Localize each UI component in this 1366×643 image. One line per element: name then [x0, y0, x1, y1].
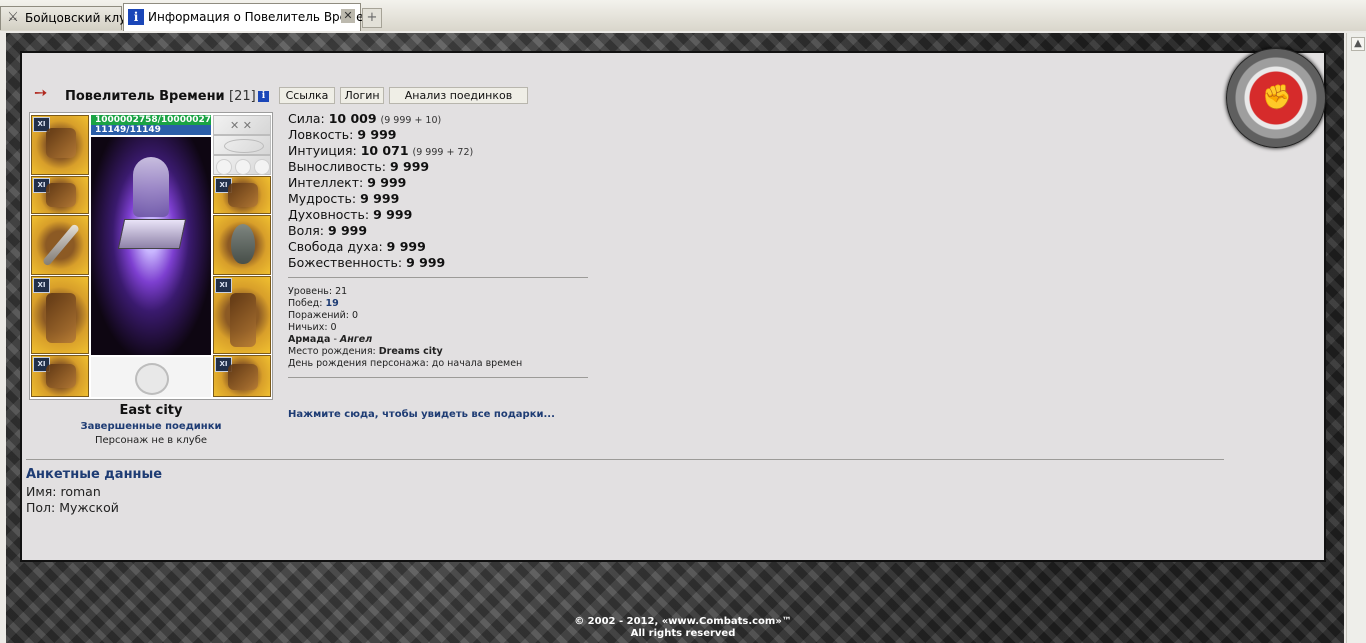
boots-slot[interactable]: XI: [213, 355, 271, 397]
rings-slot[interactable]: [213, 155, 271, 175]
ring-icon: [216, 159, 232, 175]
character-level: [21]: [229, 89, 256, 104]
fist-icon: ✊: [1262, 83, 1292, 111]
city-name: East city: [119, 403, 183, 418]
character-name: Повелитель Времени: [65, 89, 225, 104]
amulet-icon: [224, 139, 264, 153]
stat-row: Интуиция: 10 071 (9 999 + 72): [288, 143, 474, 158]
profile-name: Имя: roman: [26, 484, 101, 499]
rights: All rights reserved: [630, 628, 736, 639]
club-emblem: [91, 357, 211, 397]
wins-info: Побед: 19: [288, 298, 339, 309]
tab-fight-club[interactable]: ⚔ Бойцовский клуб: [0, 6, 134, 30]
combats-logo-icon: ✊: [1226, 48, 1326, 148]
xi-badge: XI: [215, 278, 232, 293]
character-avatar: [91, 137, 211, 355]
spellbook: [117, 219, 187, 249]
crossed-swords-icon: ⚔: [7, 10, 19, 25]
info-icon: i: [128, 9, 144, 25]
amulet-slot[interactable]: [213, 135, 271, 155]
bracers-icon: [46, 183, 76, 207]
new-tab-button[interactable]: +: [362, 8, 382, 28]
finished-fights-link[interactable]: Завершенные поединки: [29, 421, 273, 432]
character-info: Уровень: 21 Побед: 19 Поражений: 0 Ничьи…: [288, 286, 522, 370]
divider: [26, 459, 1224, 460]
browser-tab-bar: ⚔ Бойцовский клуб i Информация о Повелит…: [0, 0, 1366, 32]
stat-row: Божественность: 9 999: [288, 255, 446, 270]
club-status: Персонаж не в клубе: [94, 435, 208, 446]
character-doll: XI XI XI XI 1000002758/1000002758 11149/…: [29, 112, 273, 400]
stat-row: Выносливость: 9 999: [288, 159, 430, 174]
gloves-slot[interactable]: XI: [213, 176, 271, 214]
armada-info: Армада - Ангел: [288, 334, 373, 345]
boots-icon: [228, 364, 258, 390]
mana-bar: 11149/11149: [91, 125, 211, 135]
sword-icon: [41, 223, 81, 267]
stat-row: Духовность: 9 999: [288, 207, 413, 222]
armor-slot[interactable]: XI: [31, 276, 89, 354]
draws-info: Ничьих: 0: [288, 322, 337, 333]
ring-icon: [235, 159, 251, 175]
scroll-up-arrow-icon[interactable]: ▲: [1351, 37, 1365, 51]
copyright: © 2002 - 2012, «www.Combats.com»™: [574, 616, 792, 627]
footer: © 2002 - 2012, «www.Combats.com»™ All ri…: [0, 616, 1366, 640]
profile-gender: Пол: Мужской: [26, 500, 119, 515]
link-button[interactable]: Ссылка: [279, 87, 335, 104]
leggings-icon: [230, 293, 256, 347]
stats-list: Сила: 10 009 (9 999 + 10) Ловкость: 9 99…: [288, 111, 473, 271]
vertical-scrollbar[interactable]: ▲: [1346, 33, 1366, 643]
belt-slot[interactable]: XI: [31, 355, 89, 397]
stat-row: Свобода духа: 9 999: [288, 239, 426, 254]
stat-row: Мудрость: 9 999: [288, 191, 400, 206]
info-icon[interactable]: i: [258, 91, 269, 102]
stat-row: Интеллект: 9 999: [288, 175, 407, 190]
belt-icon: [46, 364, 76, 388]
close-icon[interactable]: ✕: [341, 9, 355, 23]
leggings-slot[interactable]: XI: [213, 276, 271, 354]
birthday-info: День рождения персонажа: до начала време…: [288, 358, 523, 369]
helmet-icon: [46, 128, 76, 158]
arrow-right-icon: ➙: [34, 83, 48, 102]
stat-row: Ловкость: 9 999: [288, 127, 397, 142]
gifts-link[interactable]: Нажмите сюда, чтобы увидеть все подарки.…: [288, 409, 555, 420]
shield-slot[interactable]: [213, 215, 271, 275]
weapon-slot[interactable]: [31, 215, 89, 275]
earrings-slot[interactable]: ✕ ✕: [213, 115, 271, 135]
tab-label: Бойцовский клуб: [25, 11, 134, 25]
xi-badge: XI: [33, 278, 50, 293]
helmet-slot[interactable]: XI: [31, 115, 89, 175]
fight-analysis-button[interactable]: Анализ поединков: [389, 87, 528, 104]
stat-row: Воля: 9 999: [288, 223, 368, 238]
wizard-figure: [133, 157, 169, 217]
login-button[interactable]: Логин: [340, 87, 384, 104]
level-info: Уровень: 21: [288, 286, 348, 297]
tab-character-info[interactable]: i Информация о Повелитель Времени ✕: [123, 3, 379, 31]
gloves-icon: [228, 183, 258, 207]
armor-icon: [46, 293, 76, 343]
hp-bar: 1000002758/1000002758: [91, 115, 211, 125]
earrings-icon: ✕ ✕: [230, 119, 252, 132]
divider: [288, 277, 588, 278]
bracers-slot[interactable]: XI: [31, 176, 89, 214]
birthplace-info: Место рождения: Dreams city: [288, 346, 443, 357]
losses-info: Поражений: 0: [288, 310, 359, 321]
stat-row: Сила: 10 009 (9 999 + 10): [288, 111, 442, 126]
ring-icon: [254, 159, 270, 175]
shield-icon: [231, 224, 255, 264]
profile-title: Анкетные данные: [26, 467, 163, 482]
divider: [288, 377, 588, 378]
